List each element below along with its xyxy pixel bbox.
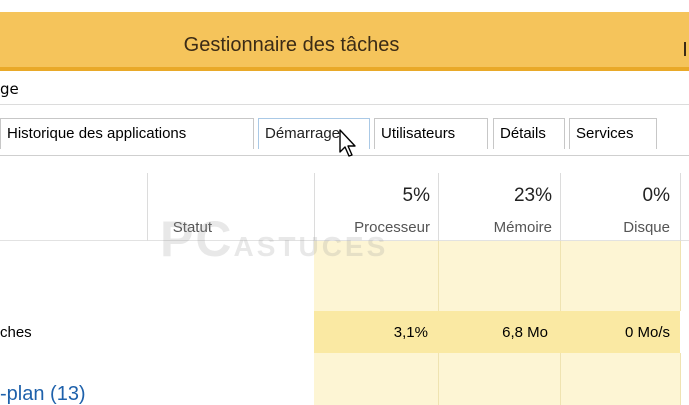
menu-bar: ge xyxy=(0,71,689,105)
process-list: ches 3,1% 6,8 Mo 0 Mo/s -plan (13) xyxy=(0,241,689,405)
menu-item-view[interactable]: ge xyxy=(0,80,19,98)
window-control-icon[interactable] xyxy=(684,42,689,56)
window-title: Gestionnaire des tâches xyxy=(183,34,400,56)
mouse-cursor-icon xyxy=(339,129,356,157)
process-memory: 6,8 Mo xyxy=(502,324,548,341)
tab-details[interactable]: Détails xyxy=(493,118,565,149)
cpu-percent: 5% xyxy=(402,185,430,206)
tab-services[interactable]: Services xyxy=(569,118,657,149)
table-row[interactable]: ches 3,1% 6,8 Mo 0 Mo/s xyxy=(0,311,689,353)
title-bar: Gestionnaire des tâches xyxy=(0,0,689,71)
tab-app-history[interactable]: Historique des applications xyxy=(0,118,254,149)
process-cpu: 3,1% xyxy=(393,324,428,341)
column-separator[interactable] xyxy=(680,173,681,241)
memory-percent: 23% xyxy=(513,185,552,206)
column-separator[interactable] xyxy=(560,173,561,241)
group-header-background-processes[interactable]: -plan (13) xyxy=(0,383,86,405)
column-separator[interactable] xyxy=(147,173,148,241)
tab-users[interactable]: Utilisateurs xyxy=(374,118,488,149)
process-name: ches xyxy=(0,324,32,341)
column-disk-label[interactable]: Disque xyxy=(566,219,670,236)
watermark-logo: PCASTUCES xyxy=(160,210,500,267)
watermark-pc: PC xyxy=(160,211,234,267)
process-disk: 0 Mo/s xyxy=(624,324,670,341)
disk-percent: 0% xyxy=(642,185,670,206)
watermark-astuces: ASTUCES xyxy=(233,231,389,262)
